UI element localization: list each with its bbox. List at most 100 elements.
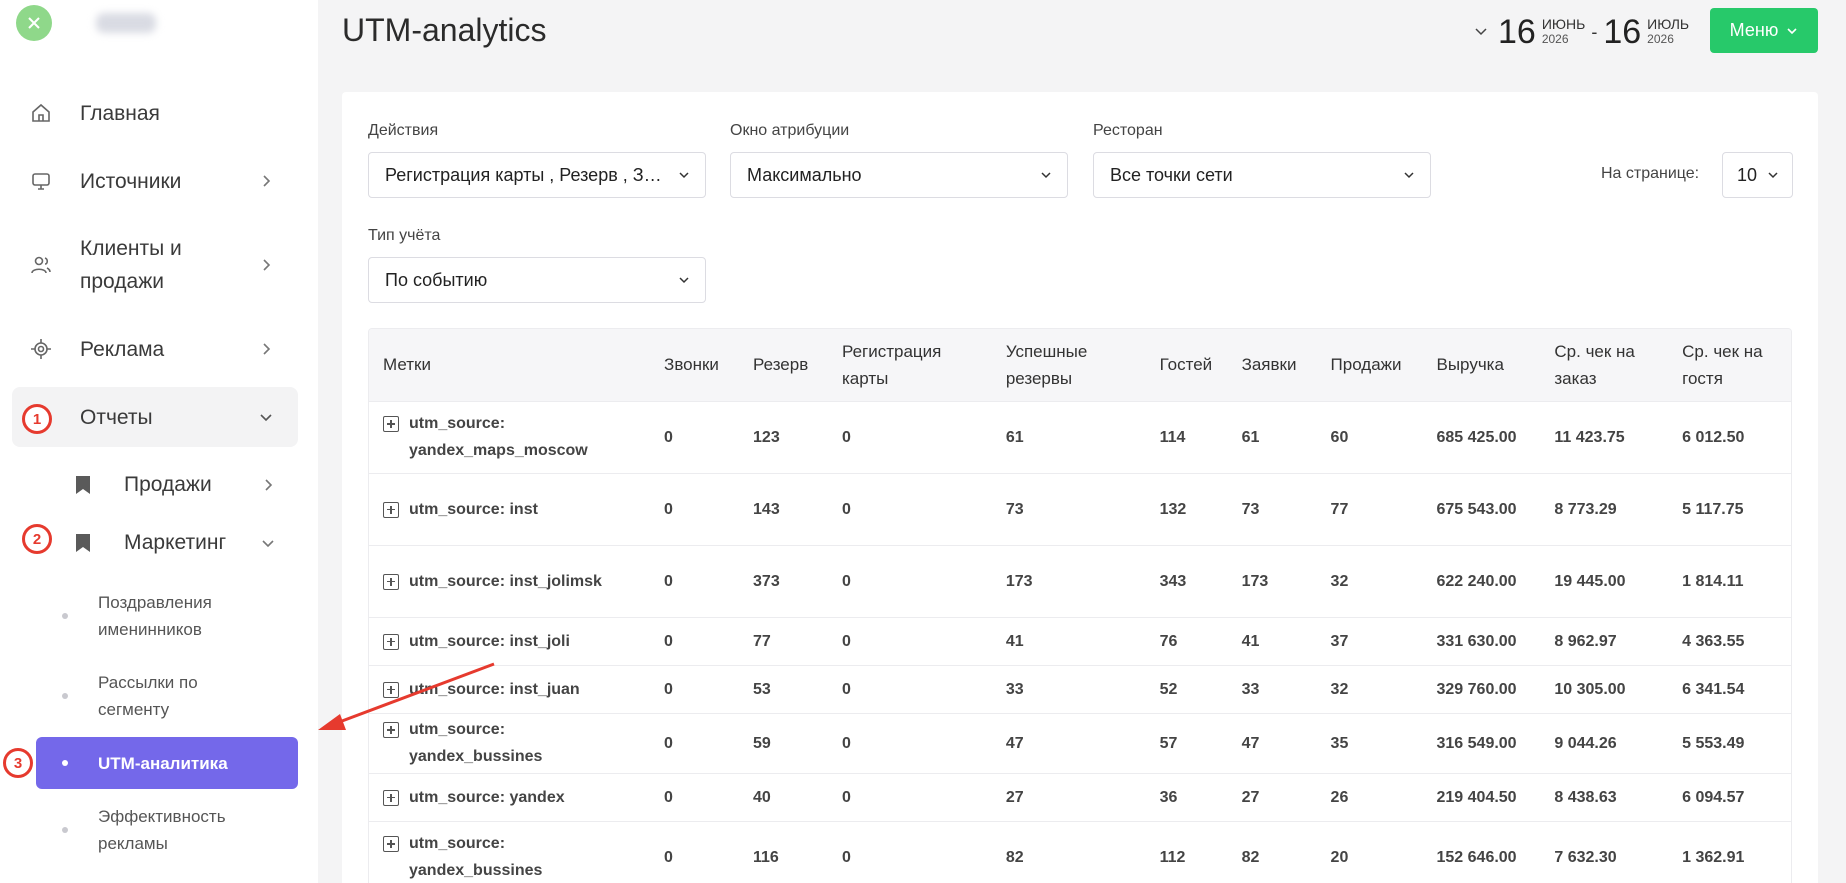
cell-value: 6 341.54 [1682, 680, 1745, 698]
cell-value: 7 632.30 [1554, 848, 1617, 866]
table-cell: 0 [650, 664, 740, 713]
table-cell: 132 [1145, 472, 1228, 545]
sidebar-item-label: Реклама [80, 337, 165, 361]
column-header[interactable]: Заявки [1227, 329, 1317, 401]
accounting-type-select[interactable]: По событию [368, 257, 706, 303]
table-row[interactable]: utm_source: inst_joli 0 77 0 41 76 41 37 331 630… [369, 616, 1791, 665]
cell-value: 622 240.00 [1436, 572, 1517, 590]
cell-value: 0 [664, 500, 673, 518]
sidebar-item-clients[interactable]: Клиенты и продажи [12, 232, 298, 298]
sidebar-item-label: Эффективность рекламы [98, 807, 226, 853]
table-cell: 0 [827, 616, 992, 665]
cell-value: 1 814.11 [1682, 572, 1744, 590]
sidebar-item-home[interactable]: Главная [12, 98, 298, 128]
expand-plus-icon[interactable] [383, 722, 399, 738]
cell-value: 35 [1330, 734, 1349, 752]
column-header[interactable]: Метки [369, 329, 651, 401]
table-cell: 9 044.26 [1540, 712, 1669, 773]
restaurant-select[interactable]: Все точки сети [1093, 152, 1431, 198]
table-cell: 329 760.00 [1422, 664, 1541, 713]
column-header[interactable]: Звонки [650, 329, 740, 401]
annotation-badge: 2 [22, 524, 52, 554]
tag-cell-content: utm_source: yandex_maps_moscow [383, 410, 636, 464]
column-header[interactable]: Гостей [1145, 329, 1228, 401]
cell-value: 20 [1330, 848, 1349, 866]
table-cell: 5 553.49 [1668, 712, 1791, 773]
column-header[interactable]: Успешные резервы [991, 329, 1146, 401]
table-cell: 114 [1145, 400, 1228, 473]
tag-cell-content: utm_source: inst [383, 496, 636, 523]
sidebar-item-birthday-greetings[interactable]: Поздравления именинников [36, 588, 298, 644]
table-row[interactable]: utm_source: inst_jolimsk 0 373 0 173 343 173 32… [369, 544, 1791, 617]
table-row[interactable]: utm_source: yandex_bussines 0 59 0 47 57 47 35 3… [369, 712, 1791, 773]
tag-cell-content: utm_source: yandex [383, 784, 636, 811]
sidebar-item-label: UTM-аналитика [98, 753, 228, 773]
cell-value: 40 [753, 788, 771, 806]
expand-plus-icon[interactable] [383, 836, 399, 853]
cell-value: 5 117.75 [1682, 500, 1744, 518]
column-header[interactable]: Выручка [1422, 329, 1541, 401]
tag-label: utm_source: inst [409, 500, 538, 518]
date-to-month-year: ИЮЛЬ 2026 [1647, 17, 1689, 47]
table-row[interactable]: utm_source: yandex 0 40 0 27 36 27 26 219 404.50… [369, 772, 1791, 821]
cell-value: 73 [1005, 500, 1024, 518]
expand-plus-icon[interactable] [383, 633, 399, 650]
tag-cell: utm_source: inst [369, 472, 651, 545]
cell-value: 52 [1159, 680, 1178, 698]
sidebar-item-sources[interactable]: Источники [12, 166, 298, 196]
sidebar-item-segment-mailing[interactable]: Рассылки по сегменту [36, 668, 298, 724]
cell-value: 0 [841, 500, 851, 518]
table-cell: 173 [991, 544, 1146, 617]
sidebar-item-marketing[interactable]: Маркетинг [70, 528, 300, 558]
cell-value: 32 [1330, 572, 1349, 590]
table-cell: 19 445.00 [1540, 544, 1669, 617]
column-header[interactable]: Продажи [1316, 329, 1423, 401]
logo[interactable] [16, 5, 156, 41]
sidebar-item-utm-analytics[interactable]: UTM-аналитика [36, 737, 298, 789]
column-header[interactable]: Ср. чек на заказ [1540, 329, 1669, 401]
table-cell: 59 [739, 712, 828, 773]
table-row[interactable]: utm_source: inst 0 143 0 73 132 73 77 675 543.00… [369, 472, 1791, 545]
actions-select[interactable]: Регистрация карты , Резерв , Звонки [368, 152, 706, 198]
sidebar-item-sales[interactable]: Продажи [70, 470, 300, 500]
cell-value: 6 012.50 [1682, 428, 1745, 446]
table-row[interactable]: utm_source: inst_juan 0 53 0 33 52 33 32 329 760… [369, 664, 1791, 713]
expand-plus-icon[interactable] [383, 416, 399, 432]
cell-value: 53 [753, 680, 771, 698]
sidebar-item-ads[interactable]: Реклама [12, 334, 298, 364]
cell-value: 8 773.29 [1554, 500, 1617, 518]
per-page-select[interactable]: 10 [1722, 152, 1793, 198]
cell-value: 60 [1330, 428, 1349, 446]
table-cell: 6 094.57 [1668, 772, 1791, 821]
cell-value: 32 [1330, 680, 1349, 698]
cell-value: 41 [1005, 632, 1024, 650]
actions-select-value: Регистрация карты , Резерв , Звонки [385, 164, 691, 185]
column-header[interactable]: Ср. чек на гостя [1668, 329, 1791, 401]
monitor-icon [28, 168, 54, 194]
expand-plus-icon[interactable] [383, 789, 399, 806]
cell-value: 173 [1005, 572, 1033, 590]
column-header[interactable]: Резерв [739, 329, 828, 401]
table-row[interactable]: utm_source: yandex_maps_moscow 0 123 0 61 114… [369, 400, 1791, 473]
attribution-window-select[interactable]: Максимально [730, 152, 1068, 198]
table-cell: 685 425.00 [1422, 400, 1541, 473]
table-row[interactable]: utm_source: yandex_bussines 0 116 0 82 112 82 2… [369, 820, 1791, 883]
expand-plus-icon[interactable] [383, 501, 399, 518]
cell-value: 116 [753, 848, 779, 866]
cell-value: 73 [1241, 500, 1260, 518]
menu-button[interactable]: Меню [1710, 8, 1818, 53]
chevron-down-icon [1787, 27, 1797, 34]
cell-value: 0 [664, 428, 673, 446]
column-header[interactable]: Регистрация карты [827, 329, 992, 401]
cell-value: 675 543.00 [1436, 500, 1517, 518]
expand-plus-icon[interactable] [383, 573, 399, 590]
expand-plus-icon[interactable] [383, 681, 399, 698]
accounting-type-label: Тип учёта [368, 227, 441, 244]
cell-value: 47 [1005, 734, 1024, 752]
date-range-picker[interactable]: 16 ИЮНЬ 2026 - 16 ИЮЛЬ 2026 [1474, 12, 1689, 52]
sidebar-item-ad-efficiency[interactable]: Эффективность рекламы [36, 802, 298, 858]
sidebar-item-reports[interactable]: Отчеты [12, 387, 298, 447]
tag-cell-content: utm_source: inst_joli [383, 628, 636, 655]
cell-value: 82 [1005, 848, 1024, 866]
cell-value: 59 [753, 734, 771, 752]
